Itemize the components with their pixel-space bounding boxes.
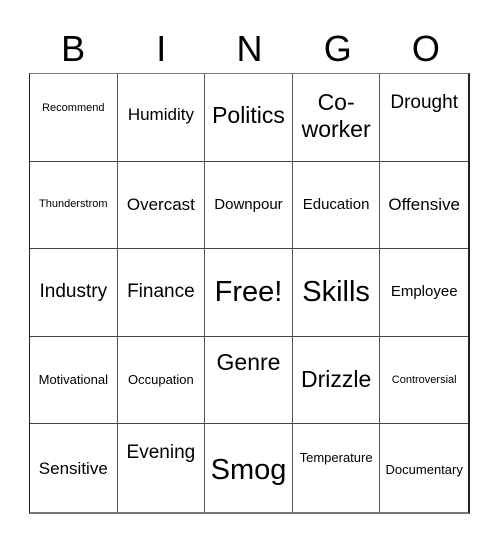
- bingo-cell[interactable]: Drought: [380, 74, 468, 162]
- cell-text: Evening: [126, 442, 196, 464]
- cell-text: Smog: [210, 453, 287, 486]
- bingo-cell[interactable]: Evening: [118, 424, 206, 512]
- cell-text: Employee: [390, 283, 458, 301]
- bingo-cell[interactable]: Motivational: [30, 336, 118, 425]
- bingo-cell[interactable]: Overcast: [117, 161, 206, 250]
- cell-text: Co-worker: [301, 88, 371, 143]
- bingo-cell[interactable]: Controversial: [380, 337, 468, 425]
- bingo-cell[interactable]: Politics: [205, 74, 293, 162]
- cell-text: Finance: [127, 281, 195, 303]
- bingo-cell[interactable]: Smog: [205, 424, 293, 512]
- bingo-cell[interactable]: Offensive: [380, 162, 468, 250]
- cell-text: Humidity: [127, 105, 194, 125]
- cell-text: Motivational: [38, 372, 108, 388]
- bingo-cell[interactable]: Temperature: [293, 424, 381, 512]
- cell-text: Drizzle: [300, 366, 372, 393]
- cell-text: Temperature: [299, 450, 373, 466]
- bingo-cell[interactable]: Recommend: [30, 74, 118, 162]
- cell-text: Genre: [216, 348, 281, 375]
- header-letter-b: B: [61, 28, 86, 69]
- bingo-header: B I N G O: [29, 26, 470, 72]
- cell-text: Occupation: [128, 372, 194, 388]
- bingo-cell[interactable]: Employee: [380, 249, 468, 337]
- cell-text: Skills: [302, 276, 370, 309]
- bingo-cell[interactable]: Documentary: [380, 424, 468, 512]
- cell-text: Free!: [214, 276, 283, 309]
- cell-text: Recommend: [42, 102, 105, 114]
- bingo-cell[interactable]: Industry: [30, 249, 118, 337]
- bingo-cell[interactable]: Humidity: [117, 74, 206, 162]
- cell-text: Politics: [212, 101, 285, 128]
- bingo-cell[interactable]: Skills: [292, 249, 381, 337]
- bingo-cell[interactable]: Drizzle: [292, 336, 381, 425]
- cell-text: Controversial: [391, 373, 457, 386]
- cell-text: Sensitive: [38, 458, 108, 478]
- bingo-card-grid: Recommend Humidity Politics Co-worker Dr…: [29, 73, 470, 514]
- bingo-cell[interactable]: Finance: [117, 249, 206, 337]
- bingo-cell[interactable]: Downpour: [205, 161, 293, 250]
- cell-text: Drought: [390, 92, 458, 113]
- bingo-cell[interactable]: Sensitive: [30, 424, 118, 512]
- bingo-cell[interactable]: Genre: [205, 336, 293, 425]
- bingo-cell[interactable]: Occupation: [117, 336, 206, 425]
- cell-text: Thunderstrom: [39, 198, 108, 211]
- header-letter-o: O: [411, 28, 440, 69]
- header-letter-n: N: [236, 28, 263, 69]
- cell-text: Overcast: [126, 194, 195, 214]
- bingo-cell[interactable]: Co-worker: [292, 74, 381, 162]
- header-letter-g: G: [323, 28, 352, 69]
- bingo-cell[interactable]: Thunderstrom: [30, 161, 118, 250]
- cell-text: Industry: [39, 281, 108, 303]
- free-space-cell[interactable]: Free!: [205, 249, 293, 337]
- cell-text: Documentary: [385, 462, 463, 478]
- header-letter-i: I: [156, 28, 167, 69]
- bingo-cell[interactable]: Education: [292, 161, 381, 250]
- cell-text: Education: [302, 195, 370, 213]
- cell-text: Offensive: [388, 194, 460, 214]
- cell-text: Downpour: [214, 195, 283, 213]
